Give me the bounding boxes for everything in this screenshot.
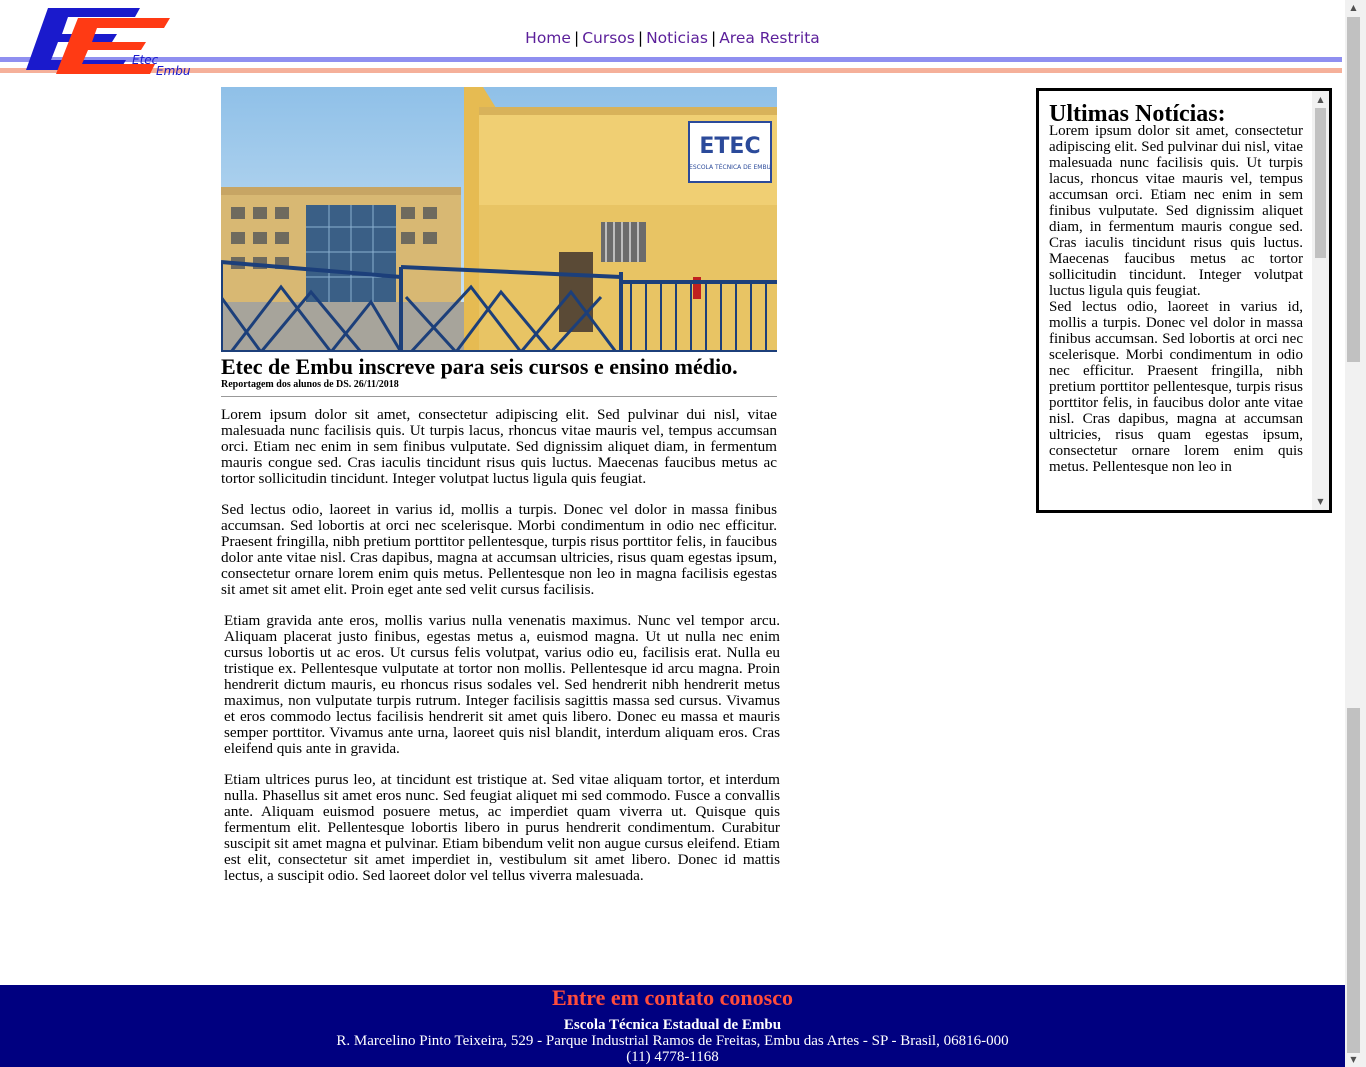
article-paragraph: Sed lectus odio, laoreet in varius id, m… xyxy=(221,501,777,598)
nav-separator: | xyxy=(573,29,580,47)
logo-text-embu: Embu xyxy=(156,64,191,76)
logo-text-etec: Etec xyxy=(132,53,159,67)
school-address: R. Marcelino Pinto Teixeira, 529 - Parqu… xyxy=(336,1033,1009,1049)
latest-news-content: Ultimas Notícias: Lorem ipsum dolor sit … xyxy=(1049,101,1303,475)
article-byline: Reportagem dos alunos de DS. 26/11/2018 xyxy=(221,379,399,390)
nav-separator: | xyxy=(637,29,644,47)
school-photo: ETEC ESCOLA TÉCNICA DE EMBU xyxy=(221,87,777,352)
window-scrollbar[interactable]: ▲ ▼ xyxy=(1345,0,1366,1067)
window-scroll-thumb-lower[interactable] xyxy=(1347,708,1360,1053)
latest-news-paragraph: Sed lectus odio, laoreet in varius id, m… xyxy=(1049,299,1303,475)
window-scroll-down-icon[interactable]: ▼ xyxy=(1347,1052,1360,1067)
window-scroll-up-icon[interactable]: ▲ xyxy=(1347,0,1360,15)
article-paragraph: Lorem ipsum dolor sit amet, consectetur … xyxy=(221,406,777,487)
nav-link-area-restrita[interactable]: Area Restrita xyxy=(719,29,820,47)
school-phone: (11) 4778-1168 xyxy=(626,1049,719,1065)
article-divider xyxy=(221,396,777,397)
site-header: Etec Embu Home | Cursos | Noticias | Area Rest… xyxy=(0,0,1345,80)
scroll-down-arrow-icon[interactable]: ▼ xyxy=(1312,493,1329,510)
scroll-up-arrow-icon[interactable]: ▲ xyxy=(1312,91,1329,108)
school-name: Escola Técnica Estadual de Embu xyxy=(563,1017,782,1033)
nav-link-cursos[interactable]: Cursos xyxy=(582,29,635,47)
nav-link-noticias[interactable]: Noticias xyxy=(646,29,708,47)
nav-separator: | xyxy=(710,29,717,47)
photo-sign-subtitle: ESCOLA TÉCNICA DE EMBU xyxy=(689,163,771,171)
main-article: ETEC ESCOLA TÉCNICA DE EMBU Etec de Embu… xyxy=(221,87,780,899)
nav-link-home[interactable]: Home xyxy=(525,29,571,47)
latest-news-scroll-thumb[interactable] xyxy=(1315,108,1326,258)
article-title: Etec de Embu inscreve para seis cursos e… xyxy=(221,354,738,379)
article-body: Lorem ipsum dolor sit amet, consectetur … xyxy=(221,406,780,884)
page: Etec Embu Home | Cursos | Noticias | Area Rest… xyxy=(0,0,1345,1067)
main-nav: Home | Cursos | Noticias | Area Restrita xyxy=(0,29,1345,47)
article-paragraph: Etiam gravida ante eros, mollis varius n… xyxy=(224,612,780,757)
article-paragraph: Etiam ultrices purus leo, at tincidunt e… xyxy=(224,771,780,884)
latest-news-panel[interactable]: Ultimas Notícias: Lorem ipsum dolor sit … xyxy=(1036,88,1332,513)
window-scroll-thumb[interactable] xyxy=(1347,17,1360,362)
latest-news-paragraph: Lorem ipsum dolor sit amet, consectetur … xyxy=(1049,123,1303,299)
photo-sign-etec: ETEC xyxy=(699,134,760,159)
contact-heading: Entre em contato conosco xyxy=(552,985,793,1010)
latest-news-scrollbar[interactable]: ▲ ▼ xyxy=(1312,91,1329,510)
site-footer: Entre em contato conosco Escola Técnica … xyxy=(0,985,1345,1067)
